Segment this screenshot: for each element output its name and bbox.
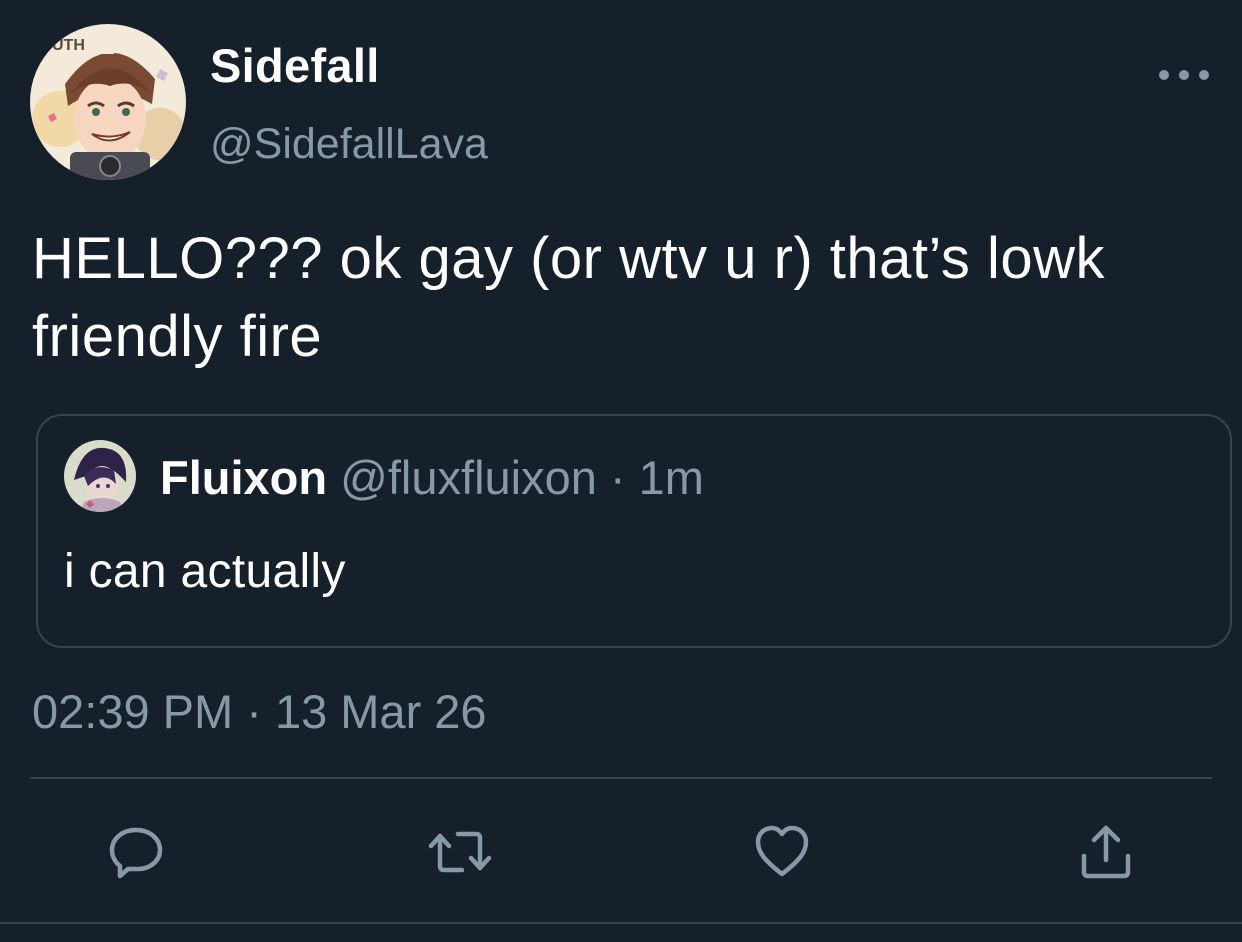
heart-icon (755, 825, 809, 877)
bottom-divider (0, 922, 1242, 924)
reply-button[interactable] (106, 822, 166, 882)
like-button[interactable] (752, 822, 812, 882)
reply-icon (109, 827, 163, 879)
more-horizontal-icon (1159, 70, 1209, 80)
retweet-button[interactable] (426, 822, 494, 882)
share-button[interactable] (1076, 822, 1136, 882)
author-handle[interactable]: @SidefallLava (210, 120, 488, 169)
quoted-author-meta: @fluxfluixon · 1m (340, 451, 704, 504)
quoted-tweet-card[interactable]: Fluixon @fluxfluixon · 1m i can actually (36, 414, 1232, 648)
divider (30, 777, 1212, 779)
share-icon (1081, 825, 1131, 879)
more-options-button[interactable] (1154, 60, 1214, 90)
avatar-badge-text: UTH (52, 37, 85, 54)
quoted-author-avatar[interactable] (64, 440, 136, 512)
quoted-tweet-text: i can actually (64, 545, 346, 598)
tweet-text: HELLO??? ok gay (or wtv u r) that’s lowk… (32, 226, 1106, 369)
quoted-tweet-header: Fluixon @fluxfluixon · 1m (160, 450, 704, 505)
author-avatar[interactable]: UTH (30, 24, 186, 180)
retweet-icon (428, 831, 492, 873)
author-display-name[interactable]: Sidefall (210, 38, 380, 93)
tweet-timestamp[interactable]: 02:39 PM · 13 Mar 26 (32, 684, 487, 739)
tweet-detail: UTH Sidefall @SidefallLava HELLO??? ok g… (0, 0, 1242, 942)
quoted-author-name[interactable]: Fluixon (160, 451, 327, 504)
